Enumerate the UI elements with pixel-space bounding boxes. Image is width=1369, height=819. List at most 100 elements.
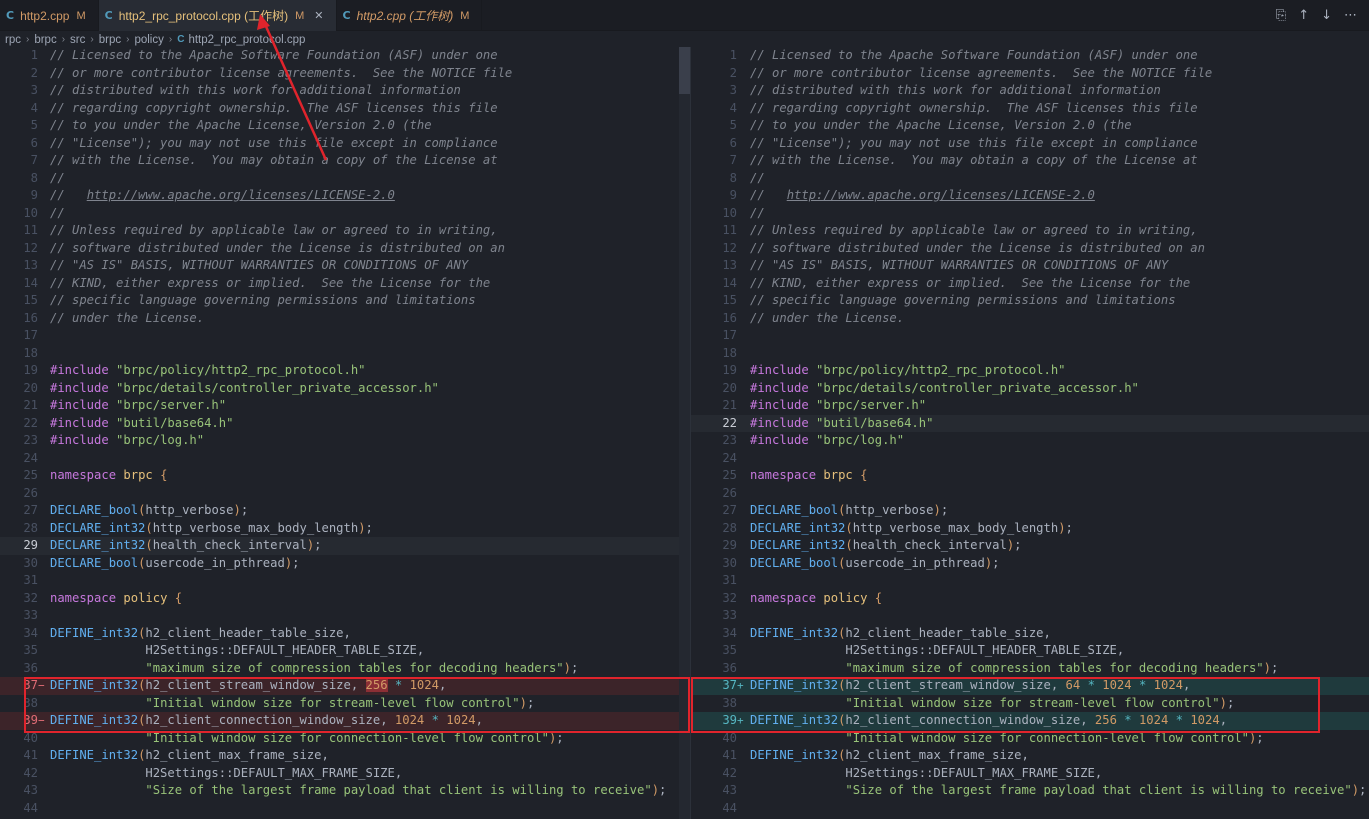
breadcrumb-item[interactable]: policy — [134, 34, 163, 46]
code-line[interactable]: 35 H2Settings::DEFAULT_HEADER_TABLE_SIZE… — [691, 642, 1369, 660]
code-line[interactable]: 28 DECLARE_int32(http_verbose_max_body_le… — [0, 520, 690, 538]
code-line[interactable]: 30 DECLARE_bool(usercode_in_pthread); — [0, 555, 690, 573]
code-line[interactable]: 12 // software distributed under the Lice… — [0, 240, 690, 258]
code-line[interactable]: 34 DEFINE_int32(h2_client_header_table_si… — [691, 625, 1369, 643]
code-line[interactable]: 3 // distributed with this work for addit… — [0, 82, 690, 100]
code-line[interactable]: 16 // under the License. — [0, 310, 690, 328]
code-line[interactable]: 36 "maximum size of compression tables f… — [691, 660, 1369, 678]
code-line[interactable]: 40 "Initial window size for connection-l… — [0, 730, 690, 748]
code-line[interactable]: 25 namespace brpc { — [691, 467, 1369, 485]
code-line[interactable]: 23 #include "brpc/log.h" — [691, 432, 1369, 450]
code-line[interactable]: 31 — [691, 572, 1369, 590]
original-editor[interactable]: 1 // Licensed to the Apache Software Foun… — [0, 47, 690, 819]
code-line[interactable]: 10 // — [691, 205, 1369, 223]
breadcrumb-item[interactable]: src — [70, 34, 85, 46]
scrollbar-track[interactable] — [679, 94, 690, 819]
code-line[interactable]: 10 // — [0, 205, 690, 223]
code-line[interactable]: 1 // Licensed to the Apache Software Foun… — [0, 47, 690, 65]
code-line[interactable]: 15 // specific language governing permiss… — [691, 292, 1369, 310]
code-line[interactable]: 29 DECLARE_int32(health_check_interval); — [0, 537, 690, 555]
code-line[interactable]: 23 #include "brpc/log.h" — [0, 432, 690, 450]
code-line[interactable]: 24 — [691, 450, 1369, 468]
code-line[interactable]: 44 — [0, 800, 690, 818]
code-line[interactable]: 27 DECLARE_bool(http_verbose); — [691, 502, 1369, 520]
code-line[interactable]: 28 DECLARE_int32(http_verbose_max_body_le… — [691, 520, 1369, 538]
code-line[interactable]: 17 — [691, 327, 1369, 345]
code-line[interactable]: 12 // software distributed under the Lice… — [691, 240, 1369, 258]
breadcrumb-item[interactable]: brpc — [99, 34, 121, 46]
code-line[interactable]: 38 "Initial window size for stream-level… — [691, 695, 1369, 713]
code-line[interactable]: 39 + DEFINE_int32(h2_client_connection_win… — [691, 712, 1369, 730]
code-line[interactable]: 19 #include "brpc/policy/http2_rpc_protoc… — [0, 362, 690, 380]
code-line[interactable]: 18 — [691, 345, 1369, 363]
code-line[interactable]: 13 // "AS IS" BASIS, WITHOUT WARRANTIES O… — [0, 257, 690, 275]
code-line[interactable]: 37− DEFINE_int32(h2_client_stream_window_… — [0, 677, 690, 695]
arrow-up-icon[interactable]: ↑ — [1298, 8, 1309, 23]
open-changes-icon[interactable]: ⎘ — [1276, 8, 1286, 23]
code-line[interactable]: 22 #include "butil/base64.h" — [691, 414, 1369, 432]
code-line[interactable]: 6 // "License"); you may not use this fil… — [0, 135, 690, 153]
code-line[interactable]: 9 // http://www.apache.org/licenses/LICEN… — [691, 187, 1369, 205]
arrow-down-icon[interactable]: ↓ — [1321, 8, 1332, 23]
breadcrumb-file[interactable]: http2_rpc_protocol.cpp — [188, 34, 305, 46]
more-icon[interactable]: ⋯ — [1344, 8, 1357, 23]
modified-editor[interactable]: 1 // Licensed to the Apache Software Foun… — [690, 47, 1369, 819]
code-line[interactable]: 4 // regarding copyright ownership. The A… — [0, 100, 690, 118]
code-line[interactable]: 5 // to you under the Apache License, Ver… — [691, 117, 1369, 135]
close-icon[interactable]: ✕ — [314, 9, 323, 22]
code-line[interactable]: 5 // to you under the Apache License, Ver… — [0, 117, 690, 135]
code-line[interactable]: 9 // http://www.apache.org/licenses/LICEN… — [0, 187, 690, 205]
code-line[interactable]: 24 — [0, 450, 690, 468]
code-line[interactable]: 29 DECLARE_int32(health_check_interval); — [691, 537, 1369, 555]
code-line[interactable]: 18 — [0, 345, 690, 363]
code-line[interactable]: 42 H2Settings::DEFAULT_MAX_FRAME_SIZE, — [691, 765, 1369, 783]
scrollbar-thumb[interactable] — [679, 47, 690, 94]
code-line[interactable]: 21 #include "brpc/server.h" — [0, 397, 690, 415]
code-line[interactable]: 33 — [691, 607, 1369, 625]
code-line[interactable]: 39− DEFINE_int32(h2_client_connection_win… — [0, 712, 690, 730]
code-line[interactable]: 4 // regarding copyright ownership. The A… — [691, 100, 1369, 118]
code-line[interactable]: 1 // Licensed to the Apache Software Foun… — [691, 47, 1369, 65]
code-line[interactable]: 32 namespace policy { — [0, 590, 690, 608]
code-line[interactable]: 2 // or more contributor license agreemen… — [0, 65, 690, 83]
breadcrumb-item[interactable]: rpc — [5, 34, 21, 46]
code-line[interactable]: 11 // Unless required by applicable law o… — [0, 222, 690, 240]
tab-http2-rpc-protocol-worktree[interactable]: C http2_rpc_protocol.cpp (工作树) M ✕ — [98, 0, 337, 31]
code-line[interactable]: 37 + DEFINE_int32(h2_client_stream_window_… — [691, 677, 1369, 695]
code-line[interactable]: 11 // Unless required by applicable law o… — [691, 222, 1369, 240]
code-line[interactable]: 34 DEFINE_int32(h2_client_header_table_si… — [0, 625, 690, 643]
code-line[interactable]: 26 — [691, 485, 1369, 503]
code-line[interactable]: 26 — [0, 485, 690, 503]
code-line[interactable]: 14 // KIND, either express or implied. Se… — [691, 275, 1369, 293]
code-line[interactable]: 43 "Size of the largest frame payload th… — [0, 782, 690, 800]
code-line[interactable]: 22 #include "butil/base64.h" — [0, 415, 690, 433]
code-line[interactable]: 20 #include "brpc/details/controller_priv… — [0, 380, 690, 398]
code-line[interactable]: 2 // or more contributor license agreemen… — [691, 65, 1369, 83]
code-line[interactable]: 38 "Initial window size for stream-level… — [0, 695, 690, 713]
code-line[interactable]: 19 #include "brpc/policy/http2_rpc_protoc… — [691, 362, 1369, 380]
code-line[interactable]: 15 // specific language governing permiss… — [0, 292, 690, 310]
code-line[interactable]: 42 H2Settings::DEFAULT_MAX_FRAME_SIZE, — [0, 765, 690, 783]
code-line[interactable]: 30 DECLARE_bool(usercode_in_pthread); — [691, 555, 1369, 573]
code-line[interactable]: 13 // "AS IS" BASIS, WITHOUT WARRANTIES O… — [691, 257, 1369, 275]
code-line[interactable]: 8 // — [691, 170, 1369, 188]
code-line[interactable]: 6 // "License"); you may not use this fil… — [691, 135, 1369, 153]
code-line[interactable]: 8 // — [0, 170, 690, 188]
code-line[interactable]: 31 — [0, 572, 690, 590]
code-line[interactable]: 33 — [0, 607, 690, 625]
code-line[interactable]: 41 DEFINE_int32(h2_client_max_frame_size, — [691, 747, 1369, 765]
code-line[interactable]: 41 DEFINE_int32(h2_client_max_frame_size, — [0, 747, 690, 765]
code-line[interactable]: 27 DECLARE_bool(http_verbose); — [0, 502, 690, 520]
code-line[interactable]: 3 // distributed with this work for addit… — [691, 82, 1369, 100]
code-line[interactable]: 17 — [0, 327, 690, 345]
code-line[interactable]: 44 — [691, 800, 1369, 818]
code-line[interactable]: 7 // with the License. You may obtain a c… — [0, 152, 690, 170]
code-line[interactable]: 43 "Size of the largest frame payload th… — [691, 782, 1369, 800]
code-line[interactable]: 25 namespace brpc { — [0, 467, 690, 485]
tab-http2-cpp[interactable]: C http2.cpp M — [0, 0, 99, 31]
code-line[interactable]: 32 namespace policy { — [691, 590, 1369, 608]
tab-http2-cpp-worktree[interactable]: C http2.cpp (工作树) M — [337, 0, 483, 31]
code-line[interactable]: 20 #include "brpc/details/controller_priv… — [691, 380, 1369, 398]
code-line[interactable]: 7 // with the License. You may obtain a c… — [691, 152, 1369, 170]
code-line[interactable]: 14 // KIND, either express or implied. Se… — [0, 275, 690, 293]
